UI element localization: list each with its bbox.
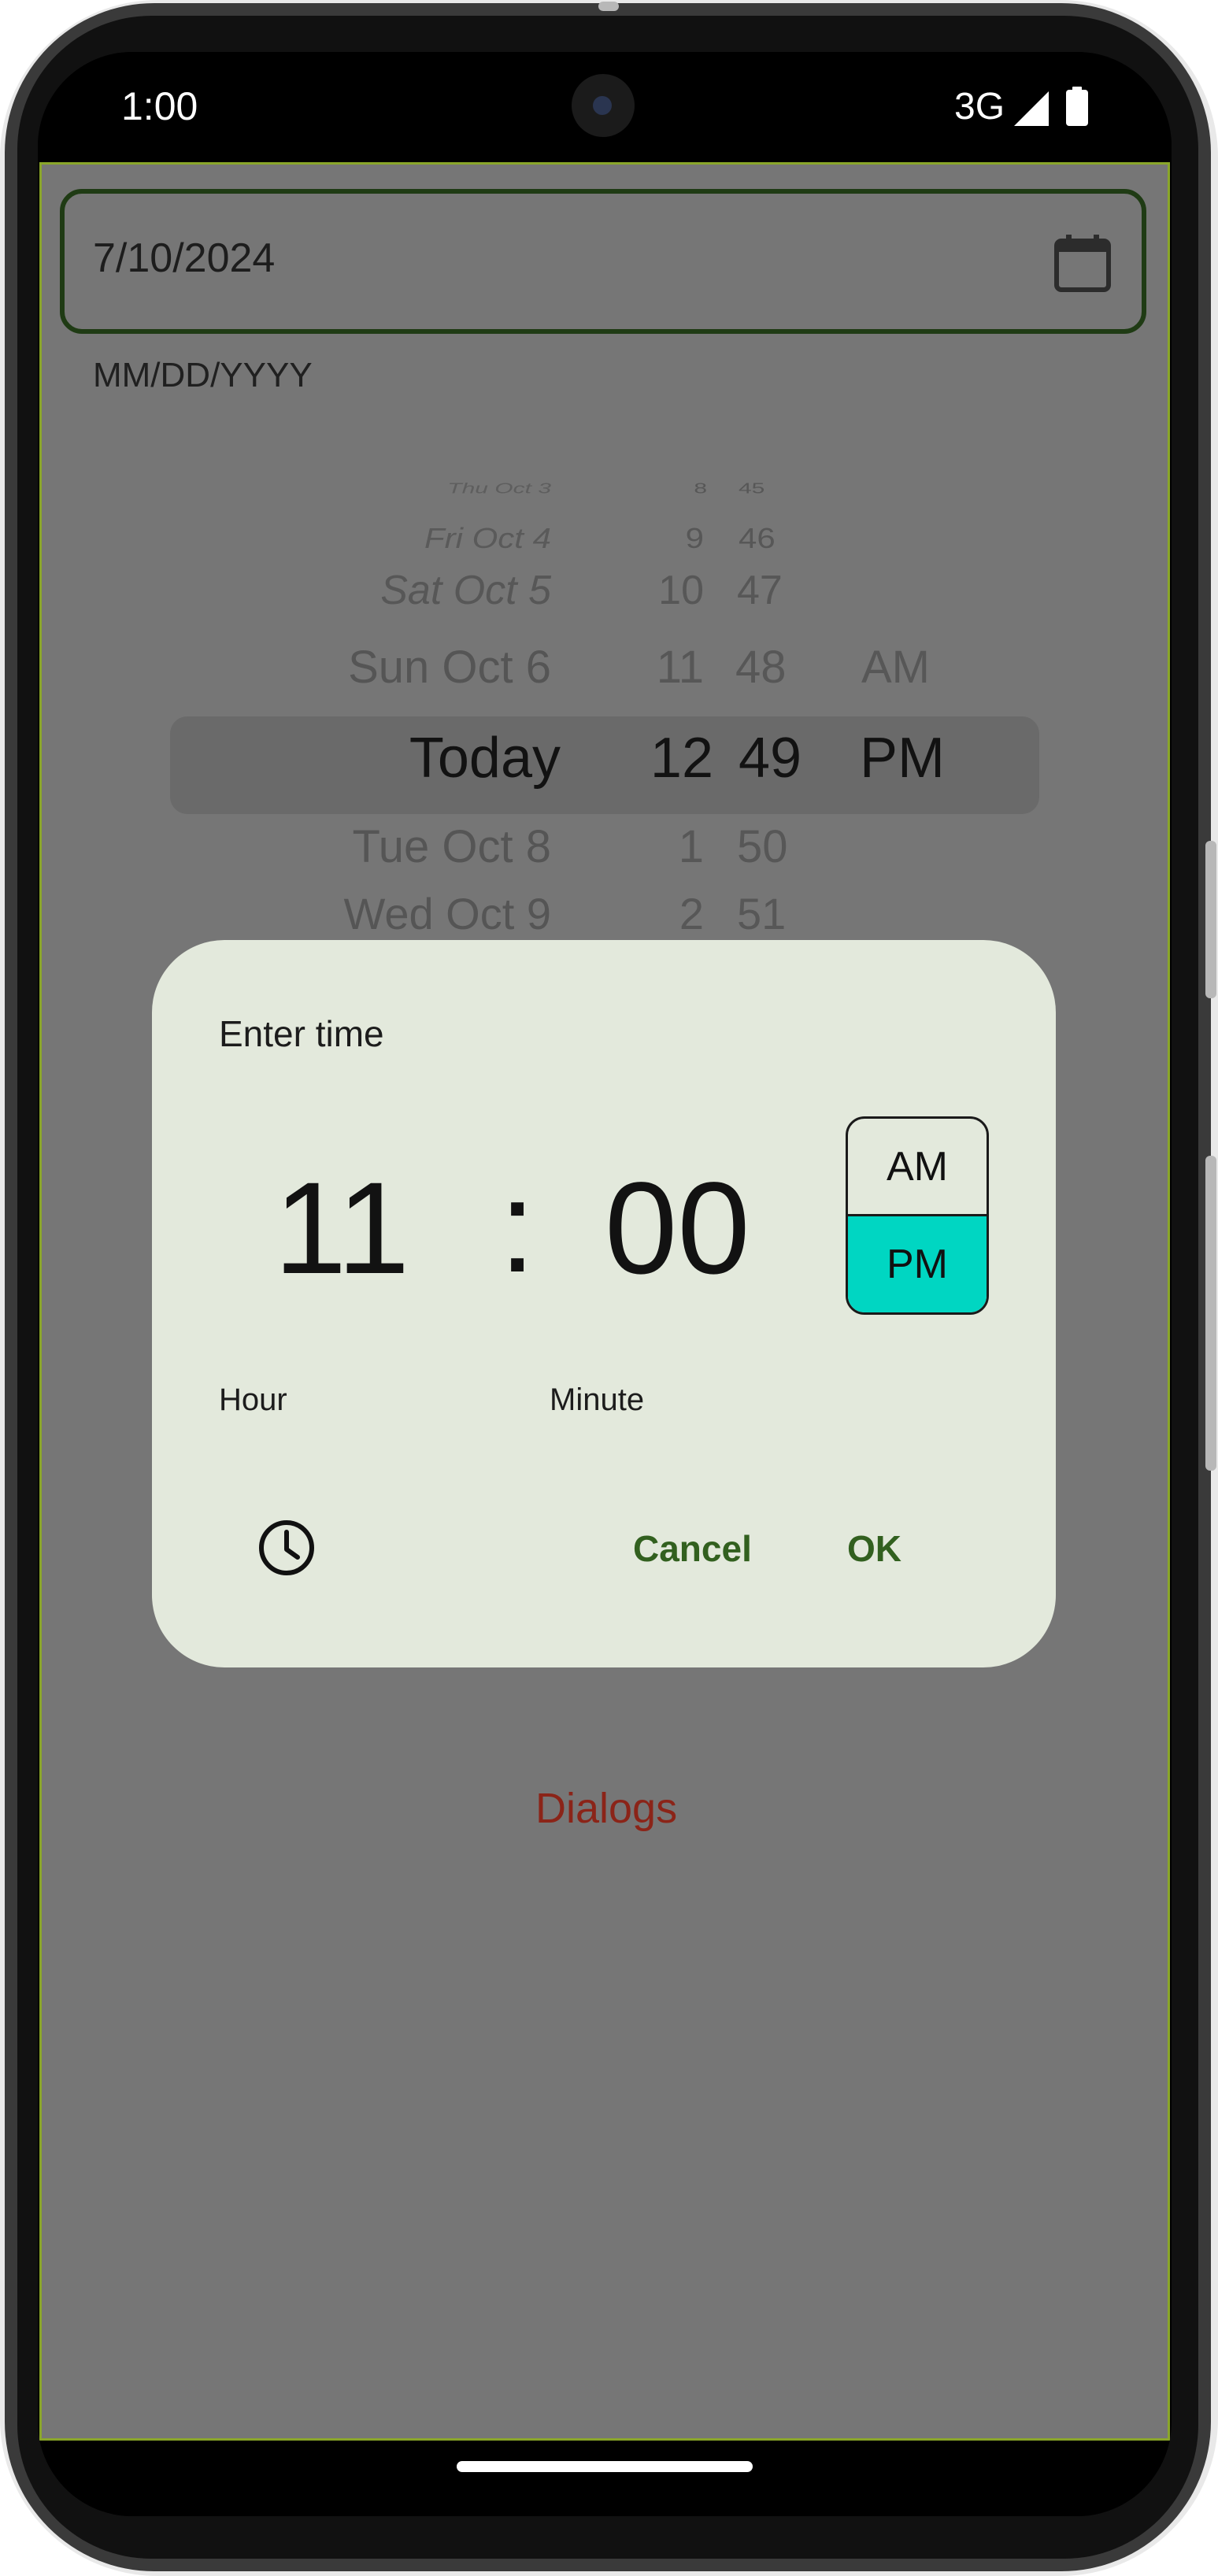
battery-icon (1066, 87, 1088, 126)
wheel-hour-item[interactable]: 11 (657, 641, 704, 694)
wheel-minute-item-selected[interactable]: 49 (739, 726, 802, 790)
minute-input[interactable]: 00 (605, 1154, 750, 1304)
volume-button (1205, 1156, 1216, 1471)
signal-icon (1014, 91, 1049, 126)
wheel-day-item[interactable]: Tue Oct 8 (352, 820, 551, 873)
wheel-hour-item[interactable]: 8 (694, 481, 707, 497)
cancel-button[interactable]: Cancel (613, 1516, 772, 1581)
camera-lens (593, 96, 612, 115)
date-input-value: 7/10/2024 (93, 235, 276, 281)
wheel-day-item[interactable]: Wed Oct 9 (343, 888, 551, 939)
pm-toggle-button-selected[interactable]: PM (848, 1216, 987, 1312)
wheel-minute-item[interactable]: 45 (739, 481, 764, 497)
calendar-icon[interactable] (1053, 235, 1112, 293)
wheel-minute-item[interactable]: 50 (737, 820, 788, 873)
wheel-hour-item-selected[interactable]: 12 (650, 726, 713, 790)
top-mic-slot (598, 2, 619, 11)
wheel-minute-item[interactable]: 46 (739, 523, 776, 555)
wheel-hour-item[interactable]: 9 (686, 523, 704, 555)
wheel-hour-item[interactable]: 2 (679, 888, 704, 939)
wheel-day-item-selected[interactable]: Today (409, 726, 561, 790)
navigation-bar (38, 2441, 1172, 2516)
ok-button[interactable]: OK (827, 1516, 922, 1581)
wheel-minute-item[interactable]: 47 (737, 567, 783, 614)
screen: 1:00 3G 7/10/2024 MM/DD/YYYY Thu Oct 3 F… (38, 52, 1172, 2516)
wheel-minute-item[interactable]: 51 (737, 888, 786, 939)
time-separator: : (499, 1154, 536, 1300)
minute-field-label: Minute (550, 1382, 645, 1417)
dialog-title: Enter time (219, 1013, 384, 1054)
home-gesture-handle[interactable] (457, 2461, 753, 2472)
period-toggle: AM PM (846, 1116, 989, 1315)
wheel-day-item[interactable]: Sat Oct 5 (380, 567, 551, 614)
wheel-minute-item[interactable]: 48 (735, 641, 787, 694)
wheel-day-item[interactable]: Fri Oct 4 (424, 523, 551, 555)
wheel-hour-item[interactable]: 1 (679, 820, 704, 873)
network-type: 3G (954, 86, 1005, 128)
wheel-period-item-selected[interactable]: PM (860, 726, 945, 790)
wheel-day-item[interactable]: Sun Oct 6 (348, 641, 551, 694)
app-border-top (39, 162, 1170, 165)
hour-input[interactable]: 11 (274, 1154, 409, 1304)
dialogs-section-label: Dialogs (535, 1785, 678, 1832)
wheel-day-item[interactable]: Thu Oct 3 (447, 481, 551, 497)
hour-field-label: Hour (219, 1382, 287, 1417)
am-toggle-button[interactable]: AM (848, 1119, 987, 1216)
date-format-hint: MM/DD/YYYY (93, 356, 313, 394)
status-time: 1:00 (121, 84, 198, 128)
power-button (1205, 841, 1216, 998)
wheel-period-item[interactable]: AM (861, 641, 930, 694)
wheel-hour-item[interactable]: 10 (658, 567, 704, 614)
clock-icon[interactable] (257, 1518, 317, 1578)
